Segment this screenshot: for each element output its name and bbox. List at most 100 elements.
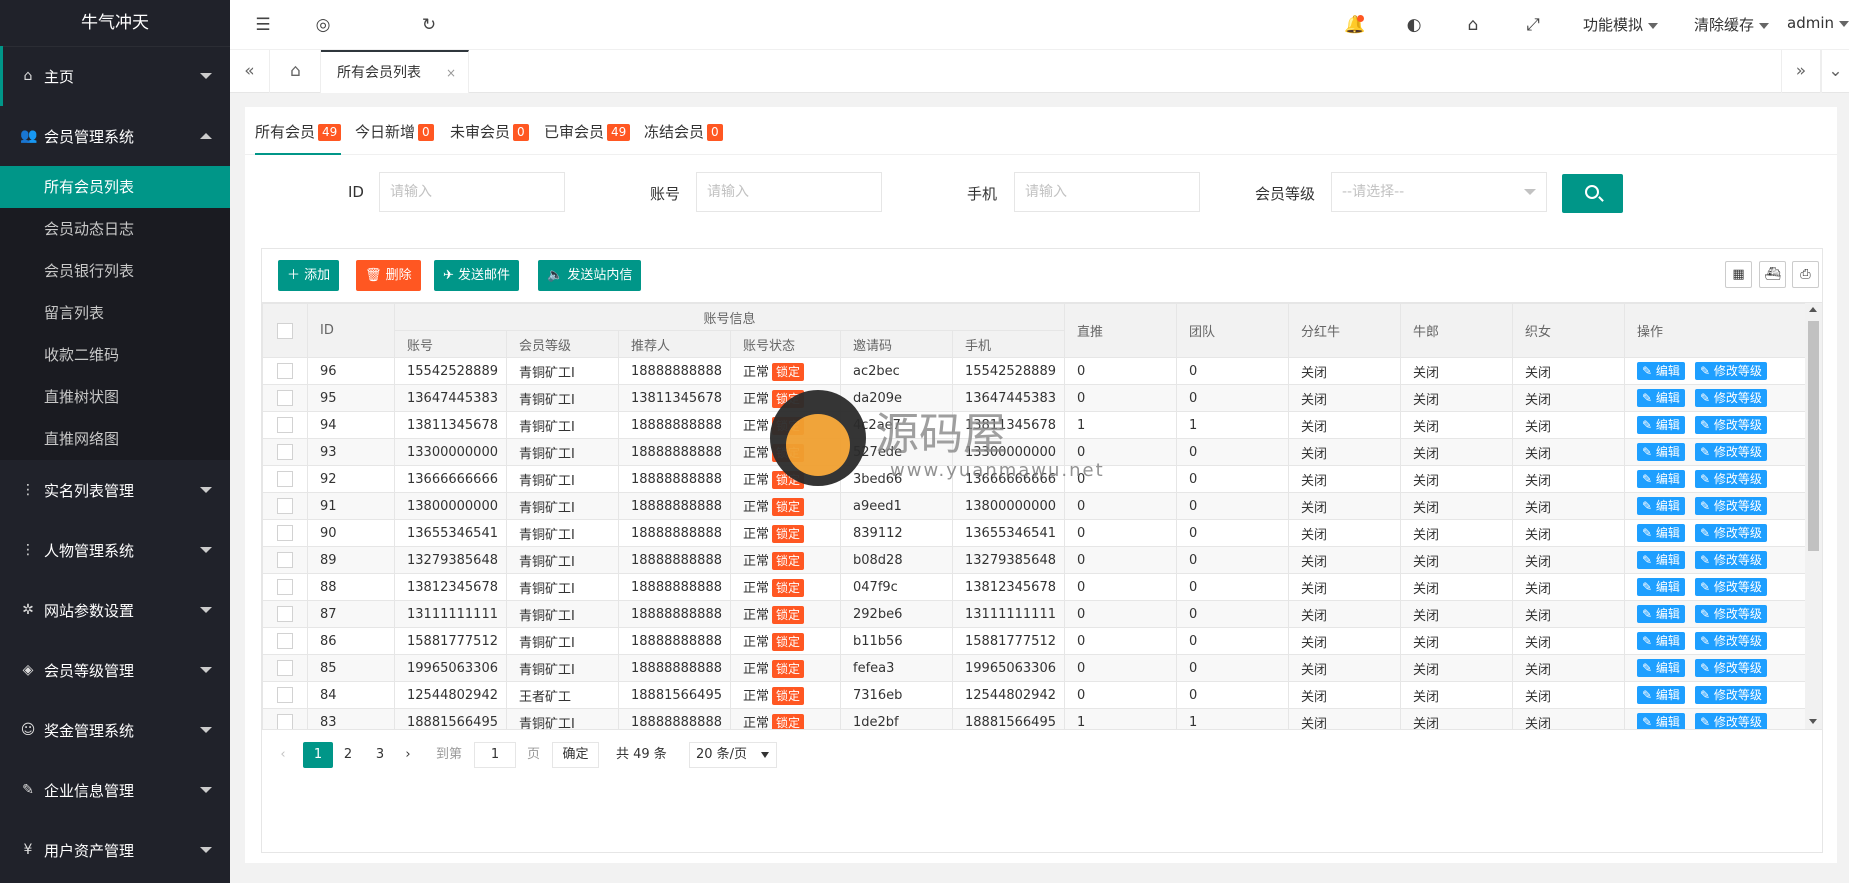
export-icon[interactable]: ⛴ xyxy=(1759,261,1786,288)
member-tab-3[interactable]: 已审会员 49 xyxy=(544,121,631,155)
page-1[interactable]: 1 xyxy=(303,742,333,768)
edit-level-button[interactable]: ✎ 修改等级 xyxy=(1694,551,1767,569)
send-message-button[interactable]: 🔈 发送站内信 xyxy=(538,260,642,291)
search-button[interactable] xyxy=(1562,174,1623,213)
palette-icon[interactable]: ◐ xyxy=(1403,14,1425,36)
table-scrollbar[interactable] xyxy=(1805,303,1822,729)
member-tab-0[interactable]: 所有会员 49 xyxy=(255,121,342,155)
menu-function-sim[interactable]: 功能模拟 xyxy=(1583,14,1659,35)
edit-button[interactable]: ✎ 编辑 xyxy=(1637,686,1685,704)
fullscreen-icon[interactable]: ⤢ xyxy=(1522,14,1544,36)
goto-page-input[interactable]: 1 xyxy=(474,742,516,768)
row-checkbox[interactable] xyxy=(277,687,293,703)
scroll-down-icon[interactable] xyxy=(1809,719,1817,724)
level-select[interactable]: --请选择-- xyxy=(1331,172,1547,212)
edit-level-button[interactable]: ✎ 修改等级 xyxy=(1694,362,1767,380)
lock-button[interactable]: 锁定 xyxy=(772,471,805,489)
edit-level-button[interactable]: ✎ 修改等级 xyxy=(1694,686,1767,704)
sidebar-item-5[interactable]: ◈ 会员等级管理 xyxy=(0,640,230,700)
tab-close-icon[interactable]: × xyxy=(446,52,456,95)
row-checkbox[interactable] xyxy=(277,525,293,541)
row-checkbox[interactable] xyxy=(277,660,293,676)
tag-icon[interactable]: ⌂ xyxy=(1462,14,1484,36)
send-mail-button[interactable]: ✈ 发送邮件 xyxy=(434,260,520,291)
sidebar-item-7[interactable]: ✎ 企业信息管理 xyxy=(0,760,230,820)
row-checkbox[interactable] xyxy=(277,606,293,622)
edit-button[interactable]: ✎ 编辑 xyxy=(1637,389,1685,407)
sidebar-subitem-3[interactable]: 留言列表 xyxy=(0,292,230,334)
menu-clear-cache[interactable]: 清除缓存 xyxy=(1694,14,1770,35)
account-input[interactable] xyxy=(696,172,882,212)
edit-level-button[interactable]: ✎ 修改等级 xyxy=(1694,389,1767,407)
lock-button[interactable]: 锁定 xyxy=(772,498,805,516)
sidebar-item-8[interactable]: ¥ 用户资产管理 xyxy=(0,820,230,880)
member-tab-1[interactable]: 今日新增 0 xyxy=(355,121,434,155)
edit-level-button[interactable]: ✎ 修改等级 xyxy=(1694,470,1767,488)
columns-filter-icon[interactable]: ▦ xyxy=(1725,261,1752,288)
sidebar-item-0[interactable]: ⌂ 主页 xyxy=(0,46,230,106)
sidebar-subitem-2[interactable]: 会员银行列表 xyxy=(0,250,230,292)
sidebar-item-2[interactable]: ⋮ 实名列表管理 xyxy=(0,460,230,520)
tabs-scroll-right-icon[interactable]: » xyxy=(1781,50,1821,93)
sidebar-subitem-0[interactable]: 所有会员列表 xyxy=(0,166,230,208)
select-all-checkbox[interactable] xyxy=(277,322,293,339)
edit-level-button[interactable]: ✎ 修改等级 xyxy=(1694,578,1767,596)
edit-button[interactable]: ✎ 编辑 xyxy=(1637,605,1685,623)
sidebar-item-1[interactable]: 👥 会员管理系统 xyxy=(0,106,230,166)
edit-level-button[interactable]: ✎ 修改等级 xyxy=(1694,524,1767,542)
prev-page-icon[interactable]: ‹ xyxy=(276,742,290,768)
lock-button[interactable]: 锁定 xyxy=(772,606,805,624)
row-checkbox[interactable] xyxy=(277,444,293,460)
sidebar-subitem-1[interactable]: 会员动态日志 xyxy=(0,208,230,250)
page-3[interactable]: 3 xyxy=(365,742,395,768)
phone-input[interactable] xyxy=(1014,172,1200,212)
lock-button[interactable]: 锁定 xyxy=(772,633,805,651)
edit-button[interactable]: ✎ 编辑 xyxy=(1637,362,1685,380)
row-checkbox[interactable] xyxy=(277,498,293,514)
scroll-thumb[interactable] xyxy=(1808,321,1819,551)
sidebar-subitem-5[interactable]: 直推树状图 xyxy=(0,376,230,418)
edit-level-button[interactable]: ✎ 修改等级 xyxy=(1694,605,1767,623)
edit-button[interactable]: ✎ 编辑 xyxy=(1637,470,1685,488)
menu-admin[interactable]: admin xyxy=(1787,14,1849,32)
page-2[interactable]: 2 xyxy=(333,742,363,768)
edit-button[interactable]: ✎ 编辑 xyxy=(1637,632,1685,650)
home-tab-icon[interactable]: ⌂ xyxy=(271,50,321,93)
refresh-icon[interactable]: ↻ xyxy=(418,14,440,36)
tabs-dropdown-icon[interactable]: ⌄ xyxy=(1821,50,1849,93)
sidebar-item-4[interactable]: ✲ 网站参数设置 xyxy=(0,580,230,640)
delete-button[interactable]: 🗑 删除 xyxy=(356,260,421,291)
tabs-scroll-left-icon[interactable]: « xyxy=(230,50,270,93)
row-checkbox[interactable] xyxy=(277,552,293,568)
row-checkbox[interactable] xyxy=(277,417,293,433)
bell-icon[interactable]: 🔔 xyxy=(1344,14,1366,36)
lock-button[interactable]: 锁定 xyxy=(772,687,805,705)
row-checkbox[interactable] xyxy=(277,633,293,649)
lock-button[interactable]: 锁定 xyxy=(772,660,805,678)
edit-button[interactable]: ✎ 编辑 xyxy=(1637,524,1685,542)
lock-button[interactable]: 锁定 xyxy=(772,444,805,462)
edit-level-button[interactable]: ✎ 修改等级 xyxy=(1694,659,1767,677)
sidebar-item-3[interactable]: ⋮ 人物管理系统 xyxy=(0,520,230,580)
edit-button[interactable]: ✎ 编辑 xyxy=(1637,497,1685,515)
lock-button[interactable]: 锁定 xyxy=(772,363,805,381)
goto-confirm-button[interactable]: 确定 xyxy=(552,742,599,768)
sidebar-subitem-4[interactable]: 收款二维码 xyxy=(0,334,230,376)
lock-button[interactable]: 锁定 xyxy=(772,390,805,408)
edit-button[interactable]: ✎ 编辑 xyxy=(1637,713,1685,729)
lock-button[interactable]: 锁定 xyxy=(772,579,805,597)
edit-button[interactable]: ✎ 编辑 xyxy=(1637,551,1685,569)
row-checkbox[interactable] xyxy=(277,714,293,729)
globe-icon[interactable]: ◎ xyxy=(312,14,334,36)
page-size-select[interactable]: 20 条/页 xyxy=(689,742,777,768)
member-tab-4[interactable]: 冻结会员 0 xyxy=(644,121,723,155)
edit-level-button[interactable]: ✎ 修改等级 xyxy=(1694,497,1767,515)
sidebar-item-6[interactable]: ☺ 奖金管理系统 xyxy=(0,700,230,760)
app-logo[interactable]: 牛气冲天 xyxy=(0,0,230,46)
row-checkbox[interactable] xyxy=(277,471,293,487)
edit-level-button[interactable]: ✎ 修改等级 xyxy=(1694,416,1767,434)
edit-button[interactable]: ✎ 编辑 xyxy=(1637,578,1685,596)
edit-button[interactable]: ✎ 编辑 xyxy=(1637,416,1685,434)
edit-level-button[interactable]: ✎ 修改等级 xyxy=(1694,443,1767,461)
lock-button[interactable]: 锁定 xyxy=(772,525,805,543)
